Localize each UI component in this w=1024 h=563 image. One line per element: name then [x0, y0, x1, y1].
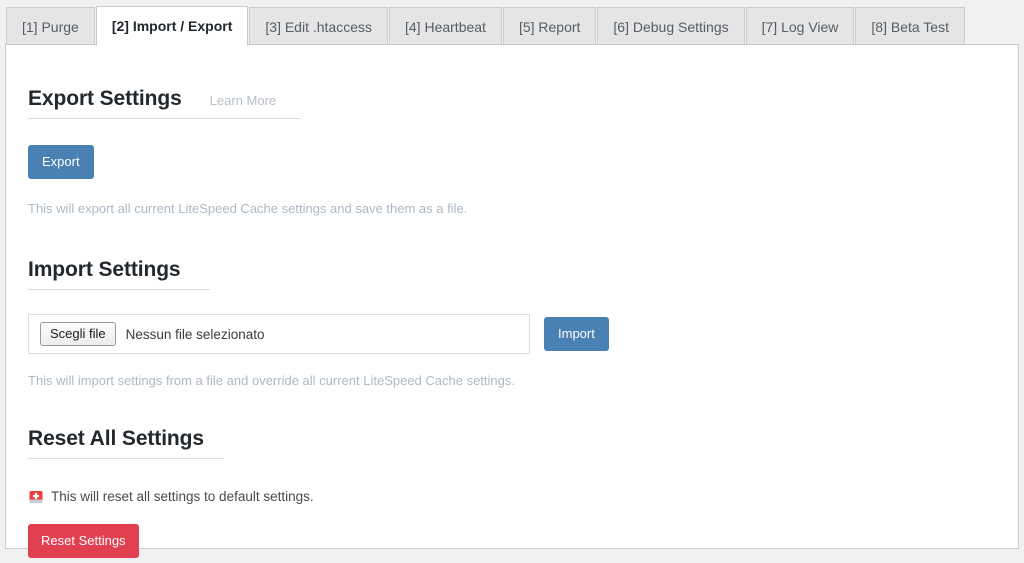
- reset-warning-text: This will reset all settings to default …: [51, 488, 314, 504]
- tab-beta-test[interactable]: [8] Beta Test: [855, 7, 965, 46]
- export-settings-header: Export Settings Learn More: [28, 87, 996, 111]
- tab-heartbeat[interactable]: [4] Heartbeat: [389, 7, 502, 46]
- import-settings-divider: [28, 289, 210, 290]
- tab-edit-htaccess[interactable]: [3] Edit .htaccess: [249, 7, 388, 46]
- reset-button-row: Reset Settings: [28, 524, 996, 558]
- import-settings-header: Import Settings: [28, 258, 996, 282]
- reset-settings-section: Reset All Settings This will reset all s…: [28, 388, 996, 558]
- learn-more-link[interactable]: Learn More: [210, 93, 276, 108]
- warning-alert-icon: [28, 489, 44, 505]
- export-settings-divider: [28, 118, 301, 119]
- reset-settings-title: Reset All Settings: [28, 427, 204, 450]
- import-file-input[interactable]: Scegli file Nessun file selezionato: [28, 314, 530, 354]
- tab-import-export[interactable]: [2] Import / Export: [95, 6, 249, 46]
- selected-file-label: Nessun file selezionato: [125, 326, 265, 342]
- export-settings-section: Export Settings Learn More Export This w…: [28, 45, 996, 216]
- import-button-wrap: Import: [544, 317, 609, 351]
- export-settings-title: Export Settings: [28, 87, 182, 110]
- tab-debug-settings[interactable]: [6] Debug Settings: [597, 7, 745, 46]
- export-button[interactable]: Export: [28, 145, 94, 179]
- tab-report[interactable]: [5] Report: [502, 7, 597, 46]
- import-button[interactable]: Import: [544, 317, 609, 351]
- reset-settings-header: Reset All Settings: [28, 427, 996, 451]
- export-description: This will export all current LiteSpeed C…: [28, 201, 468, 216]
- import-file-row: Scegli file Nessun file selezionato Impo…: [28, 314, 996, 354]
- tab-purge[interactable]: [1] Purge: [6, 7, 95, 46]
- export-button-row: Export: [28, 145, 996, 179]
- choose-file-button[interactable]: Scegli file: [40, 321, 116, 347]
- reset-settings-divider: [28, 458, 224, 459]
- import-description: This will import settings from a file an…: [28, 373, 515, 388]
- panel-inner: Export Settings Learn More Export This w…: [6, 45, 1018, 558]
- tab-bar: [1] Purge [2] Import / Export [3] Edit .…: [0, 0, 1024, 46]
- settings-panel: Export Settings Learn More Export This w…: [5, 44, 1019, 558]
- reset-warning-line: This will reset all settings to default …: [28, 488, 996, 504]
- reset-settings-button[interactable]: Reset Settings: [28, 524, 139, 558]
- tab-log-view[interactable]: [7] Log View: [745, 7, 855, 46]
- import-settings-title: Import Settings: [28, 258, 181, 281]
- import-settings-section: Import Settings Scegli file Nessun file …: [28, 216, 996, 388]
